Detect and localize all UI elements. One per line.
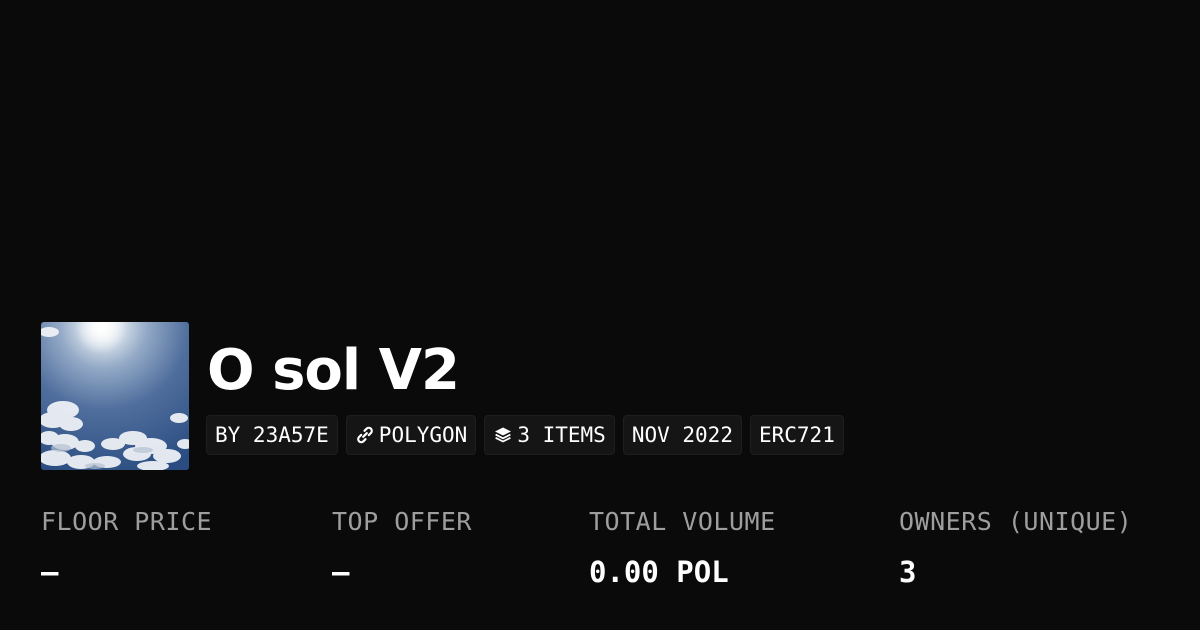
- token-standard-badge: ERC721: [749, 415, 844, 455]
- collection-image: [41, 322, 189, 470]
- stat-floor-price: FLOOR PRICE —: [41, 504, 212, 590]
- stat-top-offer: TOP OFFER —: [332, 504, 472, 590]
- stat-label: TOP OFFER: [332, 507, 472, 536]
- creator-badge[interactable]: BY 23A57E: [206, 415, 338, 455]
- stat-value: 0.00 POL: [589, 555, 729, 589]
- items-badge[interactable]: 3 ITEMS: [484, 415, 615, 455]
- creator-badge-label: BY 23A57E: [215, 423, 329, 447]
- chain-badge[interactable]: POLYGON: [345, 415, 477, 455]
- stat-value: —: [41, 555, 59, 589]
- stat-total-volume: TOTAL VOLUME 0.00 POL: [589, 504, 776, 590]
- stat-label: FLOOR PRICE: [41, 507, 213, 536]
- created-date-label: NOV 2022: [631, 423, 733, 447]
- created-date-badge: NOV 2022: [622, 415, 742, 455]
- stat-value: —: [332, 555, 350, 589]
- items-badge-label: 3 ITEMS: [517, 423, 606, 447]
- chain-badge-label: POLYGON: [378, 423, 468, 447]
- token-standard-label: ERC721: [758, 423, 835, 447]
- stat-owners: OWNERS (UNIQUE) 3: [899, 504, 1132, 590]
- stat-label: TOTAL VOLUME: [589, 507, 776, 536]
- chain-link-icon: [355, 425, 375, 445]
- collection-badges: BY 23A57E POLYGON 3 ITEMS NOV 2022 ERC72…: [206, 415, 844, 455]
- stat-label: OWNERS (UNIQUE): [899, 507, 1133, 536]
- layers-icon: [493, 425, 513, 445]
- collection-title: O sol V2: [207, 338, 460, 403]
- stat-value: 3: [899, 555, 917, 589]
